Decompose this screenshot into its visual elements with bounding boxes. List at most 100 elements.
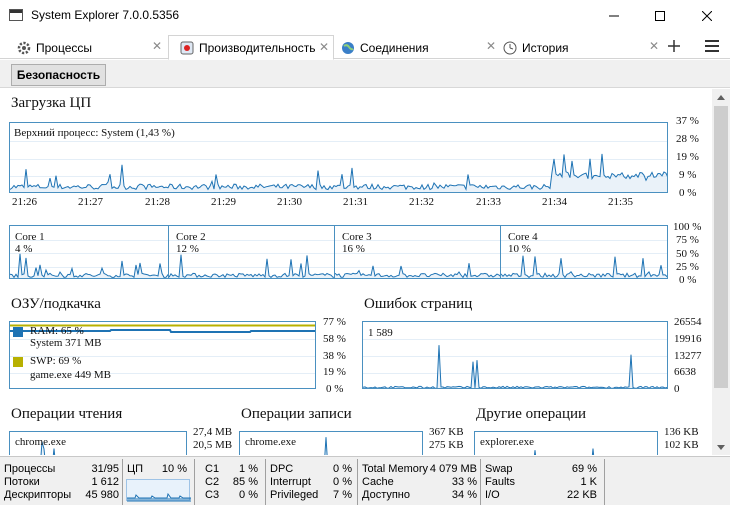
write-ops-graph: chrome.exe xyxy=(239,431,423,455)
status-row-cache: Cache 33 % xyxy=(358,476,481,489)
status-bar: Процессы 31/95 Потоки 1 612 Дескрипторы … xyxy=(0,456,730,505)
window-title: System Explorer 7.0.0.5356 xyxy=(31,8,180,22)
globe-icon xyxy=(340,40,356,56)
tab-history[interactable]: История ✕ xyxy=(497,35,663,60)
tab-close-icon[interactable]: ✕ xyxy=(486,39,496,53)
status-value: 22 KB xyxy=(567,489,597,501)
core-graph: Core 4 10 % xyxy=(500,225,668,279)
cpu-y-tick: 0 % xyxy=(679,187,697,199)
faults-y-tick: 6638 xyxy=(674,366,696,378)
status-value: 10 % xyxy=(161,463,187,475)
add-tab-icon[interactable] xyxy=(666,38,682,54)
core-value: 12 % xyxy=(176,243,199,255)
tab-close-icon[interactable]: ✕ xyxy=(152,39,162,53)
tab-bar: Процессы ✕ Производительность ✕ Соединен… xyxy=(0,33,730,60)
tab-processes[interactable]: Процессы ✕ xyxy=(0,35,166,60)
status-row-privileged: Privileged 7 % xyxy=(266,489,358,502)
cpu-y-tick: 37 % xyxy=(676,115,699,127)
gear-process-icon xyxy=(16,40,32,56)
core-name: Core 3 xyxy=(342,231,372,243)
tab-close-icon[interactable]: ✕ xyxy=(649,39,659,53)
read-y-tick: 20,5 MB xyxy=(193,439,233,451)
core-y-tick: 25 % xyxy=(676,261,699,273)
status-label: ЦП xyxy=(127,463,144,475)
tab-label: Процессы xyxy=(36,40,93,55)
status-row-c2: C2 85 % xyxy=(195,476,266,489)
tab-close-icon[interactable]: ✕ xyxy=(319,40,329,54)
tab-label: Производительность xyxy=(199,40,316,55)
status-label: C2 xyxy=(205,476,220,488)
status-value: 0 % xyxy=(333,463,352,475)
status-label: Потоки xyxy=(4,476,40,488)
read-ops-graph: chrome.exe xyxy=(9,431,187,455)
ram-y-tick: 0 % xyxy=(326,383,344,395)
status-cstate-group: C1 1 % C2 85 % C3 0 % xyxy=(195,459,266,505)
scroll-thumb[interactable] xyxy=(714,106,728,388)
scroll-up-button[interactable] xyxy=(712,89,730,105)
status-value: 34 % xyxy=(451,489,477,501)
chevron-down-icon xyxy=(717,444,725,450)
cpu-y-tick: 9 % xyxy=(679,169,697,181)
status-label: Total Memory xyxy=(362,463,429,475)
status-label: C1 xyxy=(205,463,220,475)
swap-legend-swatch xyxy=(13,357,23,367)
title-bar: System Explorer 7.0.0.5356 xyxy=(0,0,730,31)
status-row-swap: Swap 69 % xyxy=(481,463,605,476)
status-row-dpc: DPC 0 % xyxy=(266,463,358,476)
cpu-title: Загрузка ЦП xyxy=(11,95,92,111)
status-label: DPC xyxy=(270,463,294,475)
faults-y-tick: 0 xyxy=(674,383,680,395)
faults-graph: 1 589 xyxy=(362,321,668,389)
core-value: 16 % xyxy=(342,243,365,255)
cpu-minigraph-plot xyxy=(127,492,191,502)
status-row-threads: Потоки 1 612 xyxy=(0,476,123,489)
scroll-down-button[interactable] xyxy=(712,439,730,455)
ram-y-tick: 77 % xyxy=(323,316,346,328)
cpu-x-tick: 21:29 xyxy=(211,196,237,208)
maximize-button[interactable] xyxy=(637,0,683,31)
minimize-button[interactable] xyxy=(591,0,637,31)
status-label: Swap xyxy=(485,463,513,475)
status-value: 1 % xyxy=(239,463,258,475)
status-row-c1: C1 1 % xyxy=(195,463,266,476)
read-y-tick: 27,4 MB xyxy=(193,426,233,438)
core-y-tick: 50 % xyxy=(676,248,699,260)
ram-y-tick: 58 % xyxy=(323,333,346,345)
status-label: Cache xyxy=(362,476,394,488)
cpu-x-tick: 21:28 xyxy=(145,196,171,208)
status-label: C3 xyxy=(205,489,220,501)
write-top-process: chrome.exe xyxy=(245,436,296,448)
ram-y-tick: 19 % xyxy=(323,366,346,378)
status-value: 0 % xyxy=(239,489,258,501)
core-graph: Core 2 12 % xyxy=(168,225,335,279)
faults-plot xyxy=(363,339,667,388)
faults-title: Ошибок страниц xyxy=(364,296,473,312)
security-button[interactable]: Безопасность xyxy=(11,64,106,86)
read-ops-title: Операции чтения xyxy=(11,406,123,422)
core-y-tick: 75 % xyxy=(676,234,699,246)
core-value: 10 % xyxy=(508,243,531,255)
status-value: 1 612 xyxy=(91,476,119,488)
maximize-icon xyxy=(655,10,665,21)
app-icon xyxy=(9,9,23,21)
vertical-scrollbar[interactable] xyxy=(712,89,730,455)
status-row-interrupt: Interrupt 0 % xyxy=(266,476,358,489)
status-label: Доступно xyxy=(362,489,411,501)
tab-connections[interactable]: Соединения ✕ xyxy=(334,35,500,60)
cpu-x-tick: 21:30 xyxy=(277,196,303,208)
close-icon xyxy=(702,10,712,21)
status-value: 31/95 xyxy=(91,463,119,475)
close-window-button[interactable] xyxy=(684,0,730,31)
status-label: Faults xyxy=(485,476,515,488)
read-top-process: chrome.exe xyxy=(15,436,66,448)
toolbar: Безопасность xyxy=(0,60,730,88)
menu-icon[interactable] xyxy=(705,40,719,52)
cpu-x-tick: 21:26 xyxy=(12,196,38,208)
write-y-tick: 367 KB xyxy=(429,426,464,438)
top-process-label: Верхний процесс: System (1,43 %) xyxy=(14,127,175,139)
other-y-tick: 102 KB xyxy=(664,439,699,451)
ram-y-tick: 38 % xyxy=(323,350,346,362)
tab-performance[interactable]: Производительность ✕ xyxy=(168,35,334,60)
core-value: 4 % xyxy=(15,243,33,255)
core-y-tick: 0 % xyxy=(679,274,697,286)
